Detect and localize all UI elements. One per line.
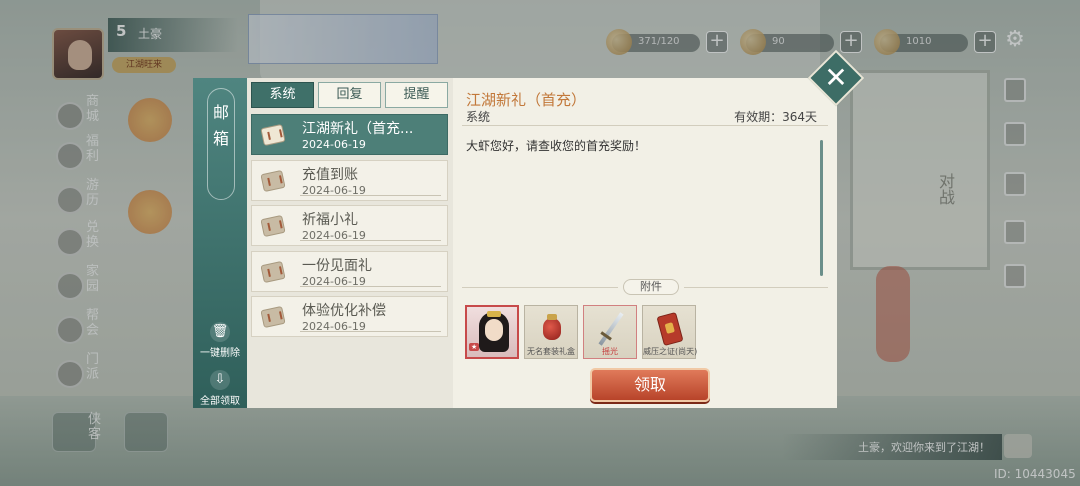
attachment-hero[interactable]: ★	[465, 305, 519, 359]
mail-body-scrollbar[interactable]	[820, 140, 823, 276]
mail-item-divider	[300, 286, 441, 287]
mail-detail-heading: 江湖新礼（首充）	[466, 91, 587, 109]
close-icon[interactable]: ✕	[816, 58, 856, 98]
hero-face	[485, 319, 503, 341]
mail-body-text: 大虾您好，请查收您的首充奖励！	[466, 139, 647, 153]
attachment-token[interactable]: 威压之证(尚天)	[642, 305, 698, 359]
mail-list-item[interactable]: 体验优化补偿 2024-06-19	[251, 296, 448, 337]
envelope-icon	[260, 305, 286, 329]
mail-list-item[interactable]: 江湖新礼（首充... 2024-06-19	[251, 114, 448, 155]
mail-item-title: 江湖新礼（首充...	[302, 121, 414, 137]
mail-item-title: 充值到账	[302, 167, 358, 183]
claim-all-label: 全部领取	[200, 396, 240, 407]
attachment-gift-box[interactable]: 无名套装礼盒	[524, 305, 578, 359]
envelope-icon	[260, 123, 286, 147]
claim-button[interactable]: 领取	[590, 368, 710, 402]
mail-list-item[interactable]: 祈福小礼 2024-06-19	[251, 205, 448, 246]
tab-reminder[interactable]: 提醒	[385, 82, 448, 108]
attachments-divider-right	[684, 287, 828, 288]
mail-item-divider	[300, 331, 441, 332]
mail-item-title: 体验优化补偿	[302, 303, 386, 319]
gift-bag-icon	[543, 314, 561, 340]
attachment-label: 摇光	[602, 347, 618, 356]
mail-list-item[interactable]: 充值到账 2024-06-19	[251, 160, 448, 201]
envelope-icon	[260, 260, 286, 284]
claim-icon: ⇩	[210, 370, 230, 390]
mail-sender: 系统	[466, 110, 491, 124]
mail-validity: 有效期：364天	[734, 110, 817, 124]
envelope-icon	[260, 169, 286, 193]
delete-all-label: 一键删除	[200, 348, 240, 359]
mail-item-title: 祈福小礼	[302, 212, 358, 228]
attachments-label: 附件	[623, 279, 679, 295]
token-icon	[656, 311, 684, 347]
attachment-label: 威压之证(尚天)	[643, 347, 698, 356]
tab-system[interactable]: 系统	[251, 82, 314, 108]
claim-all-button[interactable]: ⇩ 全部领取	[193, 370, 247, 407]
mail-item-divider	[300, 240, 441, 241]
trash-icon: 🗑	[210, 322, 230, 342]
mail-item-date: 2024-06-19	[302, 138, 366, 151]
attachment-label: 无名套装礼盒	[527, 347, 575, 356]
envelope-icon	[260, 214, 286, 238]
tab-reply[interactable]: 回复	[318, 82, 381, 108]
mail-item-title: 一份见面礼	[302, 258, 372, 274]
hero-quality-badge: ★	[469, 343, 480, 351]
mail-panel-title: 邮箱	[212, 103, 229, 148]
sword-icon	[598, 312, 624, 346]
mail-item-divider	[300, 195, 441, 196]
mail-list-item[interactable]: 一份见面礼 2024-06-19	[251, 251, 448, 292]
attachments-divider-left	[462, 287, 618, 288]
attachment-sword[interactable]: 摇光	[583, 305, 637, 359]
hero-crown	[487, 311, 501, 317]
divider	[462, 125, 828, 126]
delete-all-button[interactable]: 🗑 一键删除	[193, 322, 247, 359]
